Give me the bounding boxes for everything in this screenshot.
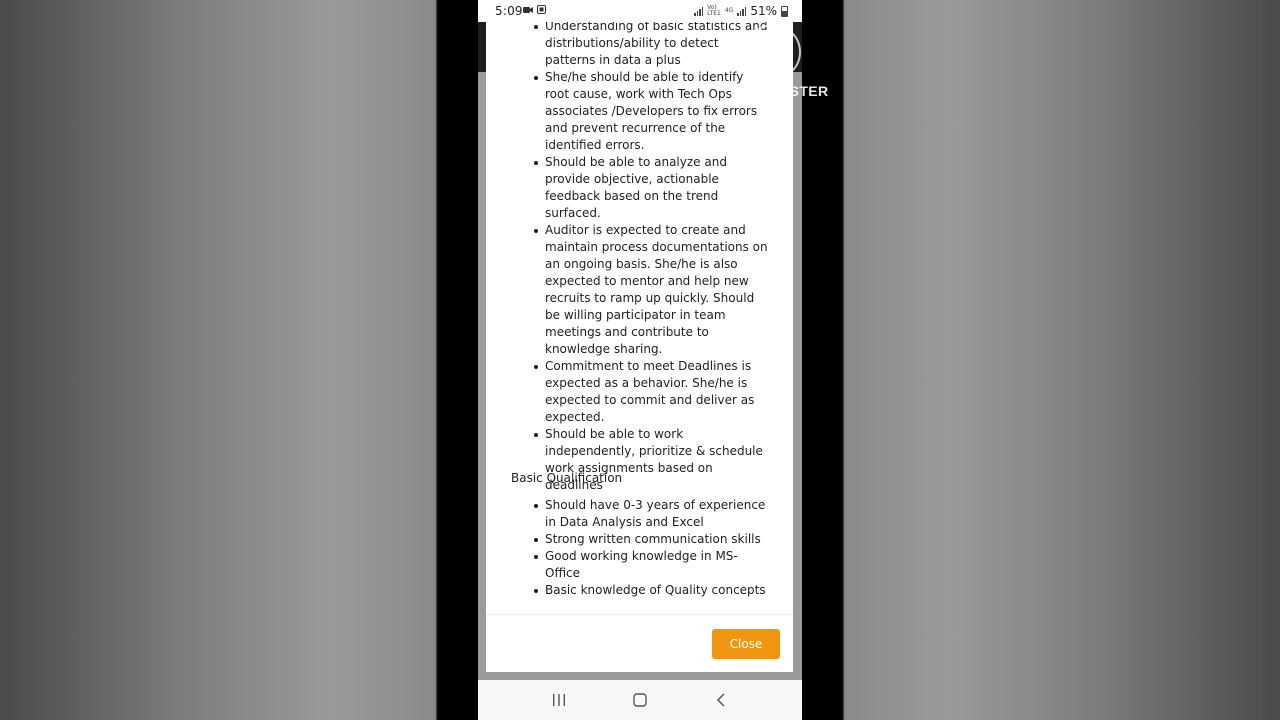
android-navigation-bar [478, 680, 802, 720]
background-header-strip-right [792, 20, 802, 72]
list-item: Basic knowledge of Quality concepts [486, 582, 793, 599]
battery-icon [781, 5, 788, 17]
video-recorder-icon [523, 6, 533, 13]
home-button[interactable] [622, 685, 658, 715]
list-item: Commitment to meet Deadlines is expected… [486, 358, 793, 426]
list-item: Should have 0-3 years of experience in D… [486, 497, 793, 531]
list-item: Strong written communication skills [486, 531, 793, 548]
list-item: Should be able to analyze and provide ob… [486, 154, 793, 222]
basic-qualifications-list: Should have 0-3 years of experience in D… [486, 497, 793, 599]
signal-icon-2 [737, 6, 747, 16]
basic-qualification-heading: Basic Qualification [511, 471, 623, 485]
network-type-label: 4G [724, 7, 734, 14]
responsibilities-list: Understanding of basic statistics and di… [486, 18, 793, 494]
volte-label: Vo) LTE1 [707, 4, 721, 17]
job-description-dialog: Understanding of basic statistics and di… [486, 0, 793, 672]
recent-apps-icon [552, 694, 565, 706]
close-button[interactable]: Close [712, 629, 780, 659]
battery-percentage: 51% [750, 4, 777, 18]
phone-screen: 5:09 Vo) LTE1 4G 51% Understanding of bas… [478, 0, 802, 720]
status-right-icons: Vo) LTE1 4G 51% [694, 4, 788, 18]
dialog-footer-divider [486, 614, 793, 615]
list-item: She/he should be able to identify root c… [486, 69, 793, 154]
status-bar: 5:09 Vo) LTE1 4G 51% [478, 0, 802, 22]
back-icon [717, 693, 725, 707]
recent-apps-button[interactable] [541, 685, 577, 715]
signal-icon [694, 6, 704, 16]
status-notification-icons [523, 5, 546, 14]
list-item: Auditor is expected to create and mainta… [486, 222, 793, 358]
dialog-scroll-content[interactable]: Understanding of basic statistics and di… [486, 18, 793, 614]
home-icon [633, 693, 647, 707]
back-button[interactable] [703, 685, 739, 715]
list-item: Good working knowledge in MS-Office [486, 548, 793, 582]
list-item: Understanding of basic statistics and di… [486, 18, 793, 69]
status-time: 5:09 [495, 4, 523, 18]
screenshot-icon [537, 5, 546, 14]
